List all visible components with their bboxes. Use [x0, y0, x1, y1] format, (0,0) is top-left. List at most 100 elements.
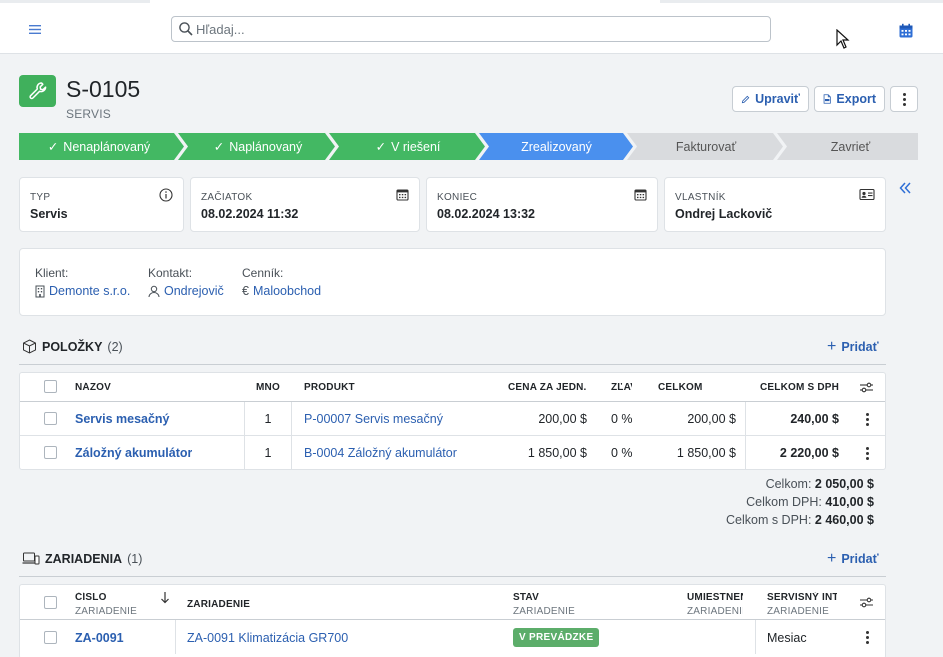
pricelist-link[interactable]: € Maloobchod	[242, 284, 321, 298]
check-icon: ✓	[213, 140, 225, 154]
workflow-step-v-rieseni[interactable]: ✓ V riešení	[335, 133, 481, 160]
more-actions-button[interactable]	[890, 86, 918, 112]
table-row[interactable]: Záložný akumulátor 1 B-0004 Záložný akum…	[20, 436, 885, 469]
field-label: TYP	[30, 192, 51, 203]
total-label: Celkom:	[765, 477, 812, 491]
device-number[interactable]: ZA-0091	[75, 631, 124, 645]
field-owner[interactable]: VLASTNÍK Ondrej Lackovič	[664, 177, 886, 232]
col-device[interactable]: ZARIADENIE	[187, 599, 387, 610]
col-unit-price[interactable]: CENA ZA JEDN.	[508, 382, 590, 393]
item-total-vat: 2 220,00 $	[779, 446, 839, 460]
divider	[175, 620, 176, 654]
workflow-step-zrealizovany[interactable]: Zrealizovaný	[485, 133, 628, 160]
col-location[interactable]: UMIESTNENIE ZARIADENIE	[687, 592, 743, 617]
calendar-icon	[899, 23, 913, 38]
item-unit-price: 200,00 $	[538, 412, 587, 426]
col-qty[interactable]: MNOŽSTVO	[256, 382, 280, 393]
field-value: 08.02.2024 11:32	[201, 207, 299, 221]
device-interval: Mesiac	[767, 631, 807, 645]
edit-button[interactable]: Upraviť	[732, 86, 809, 112]
row-checkbox[interactable]	[44, 631, 57, 644]
devices-title: ZARIADENIA	[45, 551, 123, 566]
search-input[interactable]	[196, 19, 756, 39]
field-value: Servis	[30, 207, 68, 221]
row-menu-icon[interactable]	[862, 631, 872, 644]
status-badge: V PREVÁDZKE	[513, 628, 600, 647]
workflow-step-naplanovany[interactable]: ✓ Naplánovaný	[185, 133, 331, 160]
relations-card: Klient: Demonte s.r.o. Kontakt: Ondrejov…	[19, 248, 886, 316]
calendar-button[interactable]	[898, 23, 914, 42]
sort-down-icon[interactable]	[160, 591, 170, 604]
workflow-step-zavriet[interactable]: Zavrieť	[783, 133, 918, 160]
calendar-icon[interactable]	[634, 188, 647, 201]
column-settings-icon[interactable]	[859, 596, 874, 609]
col-state[interactable]: STAV ZARIADENIE	[513, 592, 653, 617]
client-link[interactable]: Demonte s.r.o.	[35, 284, 130, 298]
contact-card-icon[interactable]	[859, 188, 875, 201]
divider	[745, 436, 746, 469]
calendar-icon[interactable]	[396, 188, 409, 201]
check-icon: ✓	[375, 140, 387, 154]
info-icon[interactable]	[159, 188, 173, 202]
col-interval-label: SERVISNÝ INTERVAL	[767, 592, 837, 603]
row-menu-icon[interactable]	[862, 447, 872, 460]
box-icon	[23, 339, 36, 354]
workflow-step-nenaplanovany[interactable]: ✓ Nenaplánovaný	[19, 133, 179, 160]
col-number[interactable]: ČÍSLO ZARIADENIE	[75, 592, 155, 617]
menu-button[interactable]	[22, 17, 48, 41]
col-location-label: UMIESTNENIE	[687, 592, 743, 603]
select-all-checkbox[interactable]	[44, 380, 57, 393]
check-icon: ✓	[47, 140, 59, 154]
item-discount: 0 %	[611, 412, 633, 426]
workflow-step-fakturovat[interactable]: Fakturovať	[633, 133, 779, 160]
hamburger-icon	[29, 24, 41, 34]
item-unit-price: 1 850,00 $	[527, 446, 587, 460]
field-start[interactable]: ZAČIATOK 08.02.2024 11:32	[190, 177, 420, 232]
col-name[interactable]: NÁZOV	[75, 382, 235, 393]
item-name[interactable]: Záložný akumulátor	[75, 446, 192, 460]
row-menu-icon[interactable]	[862, 413, 872, 426]
table-row[interactable]: ZA-0091 ZA-0091 Klimatizácia GR700 V PRE…	[20, 620, 885, 654]
row-checkbox[interactable]	[44, 446, 57, 459]
workflow-step-label: Zavrieť	[830, 139, 871, 154]
top-bar	[0, 3, 943, 54]
divider	[291, 402, 292, 436]
double-chevron-left-icon	[899, 182, 911, 194]
workflow-step-label: Zrealizovaný	[521, 139, 592, 154]
contact-name: Ondrejovič	[164, 284, 224, 298]
item-qty: 1	[264, 412, 272, 426]
divider	[19, 576, 886, 577]
col-total-vat[interactable]: CELKOM S DPH	[760, 382, 845, 393]
col-discount[interactable]: ZĽAVA	[611, 382, 632, 393]
device-name[interactable]: ZA-0091 Klimatizácia GR700	[187, 631, 348, 645]
add-item-button[interactable]: + Pridať	[827, 339, 879, 355]
search-icon	[179, 22, 193, 36]
row-checkbox[interactable]	[44, 412, 57, 425]
collapse-panel-button[interactable]	[897, 180, 913, 199]
item-product[interactable]: P-00007 Servis mesačný	[304, 412, 443, 426]
divider	[244, 402, 245, 436]
contact-link[interactable]: Ondrejovič	[148, 284, 224, 298]
col-total[interactable]: CELKOM	[658, 382, 728, 393]
contact-label: Kontakt:	[148, 266, 193, 280]
col-interval-sub: ZARIADENIE	[767, 606, 830, 617]
field-label: VLASTNÍK	[675, 192, 726, 203]
mouse-cursor-icon	[836, 29, 850, 49]
field-end[interactable]: KONIEC 08.02.2024 13:32	[426, 177, 658, 232]
field-type[interactable]: TYP Servis	[19, 177, 184, 232]
item-name[interactable]: Servis mesačný	[75, 412, 170, 426]
column-settings-icon[interactable]	[859, 381, 874, 394]
workflow-step-label: Nenaplánovaný	[63, 139, 151, 154]
select-all-checkbox[interactable]	[44, 596, 57, 609]
devices-table: ČÍSLO ZARIADENIE ZARIADENIE STAV ZARIADENI…	[19, 584, 886, 657]
add-device-label: Pridať	[841, 552, 879, 566]
items-count: (2)	[107, 339, 123, 354]
col-interval[interactable]: SERVISNÝ INTERVAL ZARIADENIE	[767, 592, 837, 617]
export-button[interactable]: Export	[814, 86, 885, 112]
items-table: NÁZOV MNOŽSTVO PRODUKT CENA ZA JEDN. ZĽA…	[19, 372, 886, 470]
add-device-button[interactable]: + Pridať	[827, 551, 879, 567]
client-label: Klient:	[35, 266, 69, 280]
item-product[interactable]: B-0004 Záložný akumulátor	[304, 446, 457, 460]
table-row[interactable]: Servis mesačný 1 P-00007 Servis mesačný …	[20, 402, 885, 436]
col-product[interactable]: PRODUKT	[304, 382, 444, 393]
